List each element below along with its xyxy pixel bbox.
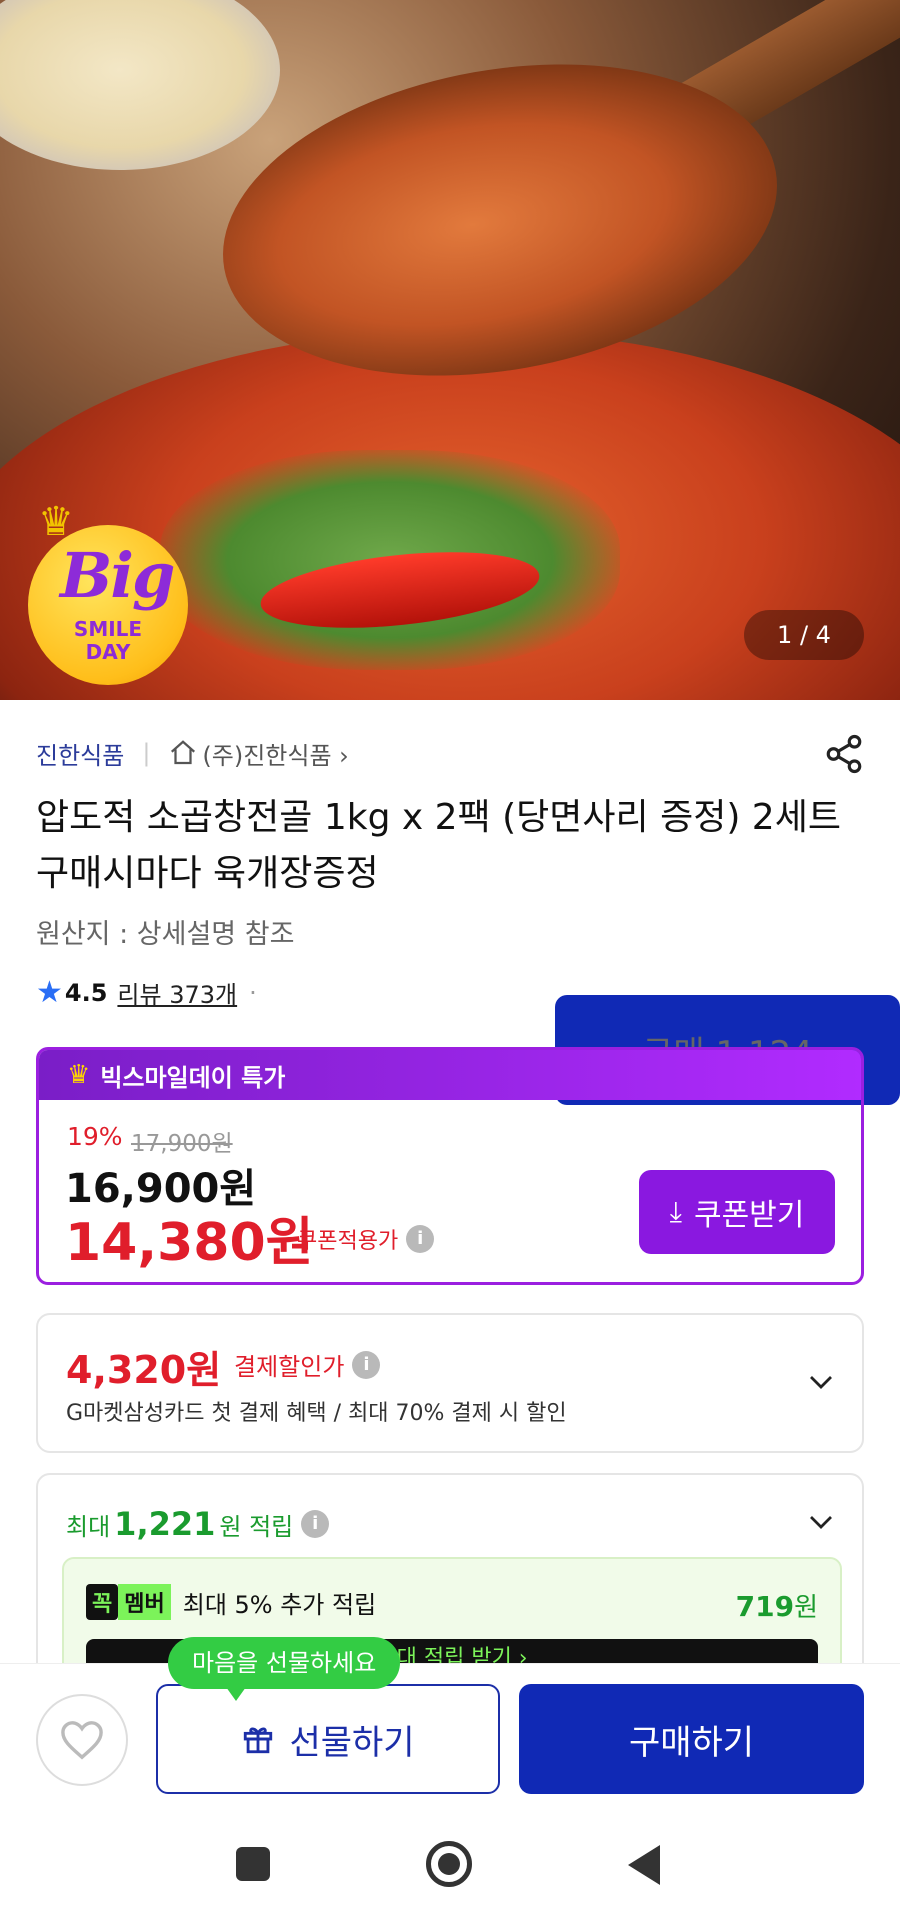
member-points-amount: 719원: [736, 1587, 818, 1624]
dot-separator: ·: [249, 978, 257, 1007]
points-amount: 1,221: [114, 1505, 216, 1543]
original-price: 17,900원: [131, 1131, 233, 1157]
payment-discount-desc: G마켓삼성카드 첫 결제 혜택 / 최대 70% 결제 시 할인: [66, 1401, 567, 1426]
info-icon[interactable]: i: [406, 1225, 435, 1253]
badge-day-text: DAY: [85, 640, 131, 664]
gift-tooltip: 마음을 선물하세요: [168, 1637, 401, 1701]
payment-discount-label: 결제할인가: [234, 1353, 345, 1381]
share-icon[interactable]: [823, 733, 865, 775]
coupon-download-button[interactable]: ⤓ 쿠폰받기: [639, 1170, 835, 1254]
member-tag-k: 꼭: [86, 1584, 119, 1620]
badge-smile-text: SMILE: [73, 617, 143, 641]
divider: |: [142, 739, 151, 767]
gift-button-label: 선물하기: [289, 1722, 415, 1763]
download-icon: ⤓: [669, 1195, 682, 1228]
member-points-value: 719: [735, 1590, 795, 1623]
origin-text: 원산지 : 상세설명 참조: [36, 919, 295, 950]
seller-row: 진한식품 | (주)진한식품 ›: [36, 735, 349, 771]
rating-score: 4.5: [64, 978, 108, 1007]
points-prefix: 최대: [66, 1512, 111, 1541]
brand-link[interactable]: 진한식품: [36, 736, 124, 771]
product-title: 압도적 소곱창전골 1kg x 2팩 (당면사리 증정) 2세트구매시마다 육개…: [36, 797, 841, 894]
rice-bowl-decoration: [0, 0, 280, 170]
member-tag-m: 멤버: [118, 1584, 171, 1620]
chevron-down-icon[interactable]: [806, 1367, 836, 1397]
member-points-text: 최대 5% 추가 적립: [182, 1590, 377, 1619]
special-price-title: 빅스마일데이 특가: [100, 1063, 286, 1092]
recent-apps-icon[interactable]: [236, 1847, 270, 1881]
chevron-down-icon[interactable]: [806, 1507, 836, 1537]
payment-discount-box[interactable]: 4,320원 결제할인가 i G마켓삼성카드 첫 결제 혜택 / 최대 70% …: [36, 1313, 864, 1453]
home-icon: [171, 740, 196, 765]
gift-icon: [244, 1727, 273, 1754]
special-price-header: ♛ 빅스마일데이 특가: [39, 1050, 861, 1100]
wishlist-button[interactable]: [36, 1694, 128, 1786]
reviews-link[interactable]: 리뷰 373개: [117, 975, 237, 1010]
heart-icon: [61, 1721, 103, 1760]
buy-button[interactable]: 구매하기: [519, 1684, 864, 1794]
coupon-label: 쿠폰적용가: [297, 1229, 399, 1254]
gift-button[interactable]: 선물하기: [156, 1684, 500, 1794]
special-price-box: ♛ 빅스마일데이 특가 19% 17,900원 16,900원 14,380원 …: [36, 1047, 864, 1285]
buy-button-label: 구매하기: [628, 1722, 755, 1763]
info-icon[interactable]: i: [301, 1510, 330, 1538]
store-link[interactable]: (주)진한식품 ›: [202, 736, 348, 771]
coupon-button-label: 쿠폰받기: [693, 1198, 805, 1233]
points-summary: 최대 1,221 원 적립 i: [66, 1505, 330, 1543]
back-icon[interactable]: [628, 1845, 660, 1885]
discount-rate: 19%: [67, 1122, 123, 1151]
payment-discount-price: 4,320원: [66, 1348, 222, 1392]
bottom-action-bar: 선물하기 구매하기: [0, 1663, 900, 1823]
home-button-icon[interactable]: [426, 1841, 472, 1887]
badge-big-text: Big: [60, 539, 175, 612]
star-icon: ★: [36, 975, 63, 1010]
product-image[interactable]: ♛ Big SMILE DAY 1 / 4: [0, 0, 900, 700]
image-pager: 1 / 4: [744, 610, 864, 660]
coupon-price: 14,380원: [65, 1213, 314, 1273]
points-suffix: 원 적립: [219, 1512, 294, 1541]
big-smile-day-badge: ♛ Big SMILE DAY: [28, 499, 188, 685]
member-tag: 꼭 멤버 최대 5% 추가 적립: [86, 1584, 377, 1620]
crown-icon: ♛: [67, 1060, 91, 1090]
member-points-unit: 원: [794, 1593, 818, 1623]
system-nav-bar: [0, 1823, 900, 1917]
rating-row: ★ 4.5 리뷰 373개 · 구매 1,124: [36, 975, 900, 1105]
coupon-label-row: 쿠폰적용가 i: [297, 1223, 435, 1255]
info-icon[interactable]: i: [352, 1350, 381, 1379]
payment-discount-label-row: 결제할인가 i: [234, 1347, 381, 1382]
